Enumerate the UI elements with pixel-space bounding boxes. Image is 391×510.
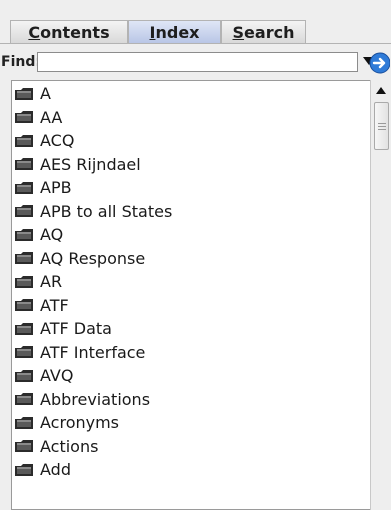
list-item-label: ATF Data [40,319,112,338]
tab-divider [0,43,391,44]
list-item[interactable]: AR [14,270,62,293]
list-item[interactable]: ACQ [14,129,74,152]
folder-icon [15,111,33,123]
list-item-label: AES Rijndael [40,154,141,174]
folder-icon [15,181,33,194]
folder-icon [15,393,33,405]
scroll-thumb[interactable] [374,102,389,150]
list-item[interactable]: AQ Response [14,247,145,270]
folder-icon [15,252,33,264]
list-item-label: AR [40,272,63,291]
vertical-scrollbar[interactable] [370,80,391,510]
grip-line [378,123,386,124]
list-item[interactable]: Acronyms [14,411,119,434]
list-item[interactable]: Actions [14,435,98,458]
list-item[interactable]: Add [14,458,71,481]
find-label: Find: [1,54,41,70]
folder-icon [15,228,33,241]
go-button[interactable] [368,52,390,74]
tab-index-label-rest: ndex [155,22,200,42]
list-item-label: AQ Response [40,248,146,268]
tab-search[interactable]: Search [221,20,306,43]
arrow-right-circle-icon [369,52,390,74]
tab-contents-label-rest: ontents [40,22,110,42]
scroll-up-arrow-icon[interactable] [376,87,386,94]
list-item-label: AVQ [40,366,74,385]
list-item-label: AA [40,107,63,127]
folder-icon [15,275,33,288]
tab-bar: Contents Index Search [10,20,308,43]
list-item[interactable]: ATF Interface [14,341,145,364]
list-item[interactable]: Abbreviations [14,388,150,411]
folder-icon [15,369,33,382]
list-item[interactable]: AQ [14,223,63,246]
list-item[interactable]: APB [14,176,72,199]
list-item[interactable]: AVQ [14,364,73,387]
folder-icon [15,87,33,100]
folder-icon [15,416,33,429]
list-item-label: ACQ [40,131,75,150]
list-item[interactable]: AA [14,106,62,129]
list-item-label: ATF Interface [40,342,146,362]
tab-index[interactable]: Index [128,20,221,43]
folder-icon [15,440,33,452]
list-item-label: Abbreviations [40,389,151,409]
list-item[interactable]: APB to all States [14,200,172,223]
grip-line [378,129,386,130]
find-input[interactable] [37,52,358,72]
find-row: Find: [0,51,391,75]
list-item-label: APB to all States [40,201,173,221]
list-item-label: Acronyms [40,413,120,432]
folder-icon [15,463,33,476]
folder-icon [15,134,33,147]
folder-icon [15,346,33,358]
list-item[interactable]: ATF [14,294,69,317]
tab-contents-underlined: C [28,22,41,42]
list-item-label: AQ [40,225,64,244]
list-item-label: Add [40,460,71,479]
folder-icon [15,158,33,170]
tab-contents[interactable]: Contents [10,20,128,43]
folder-icon [15,299,33,311]
index-list[interactable]: A AA ACQ AES Rijndael APB APB to all States AQ… [11,80,370,510]
list-item[interactable]: ATF Data [14,317,112,340]
list-item[interactable]: AES Rijndael [14,153,141,176]
tab-search-underlined: S [232,22,245,42]
list-item-label: A [40,84,51,103]
list-item-label: ATF [40,295,69,315]
grip-line [378,126,386,127]
folder-icon [15,322,33,335]
list-item-label: APB [40,178,72,197]
list-item[interactable]: A [14,82,51,105]
tab-search-label-rest: earch [244,22,295,42]
list-item-label: Actions [40,436,99,456]
folder-icon [15,205,33,217]
